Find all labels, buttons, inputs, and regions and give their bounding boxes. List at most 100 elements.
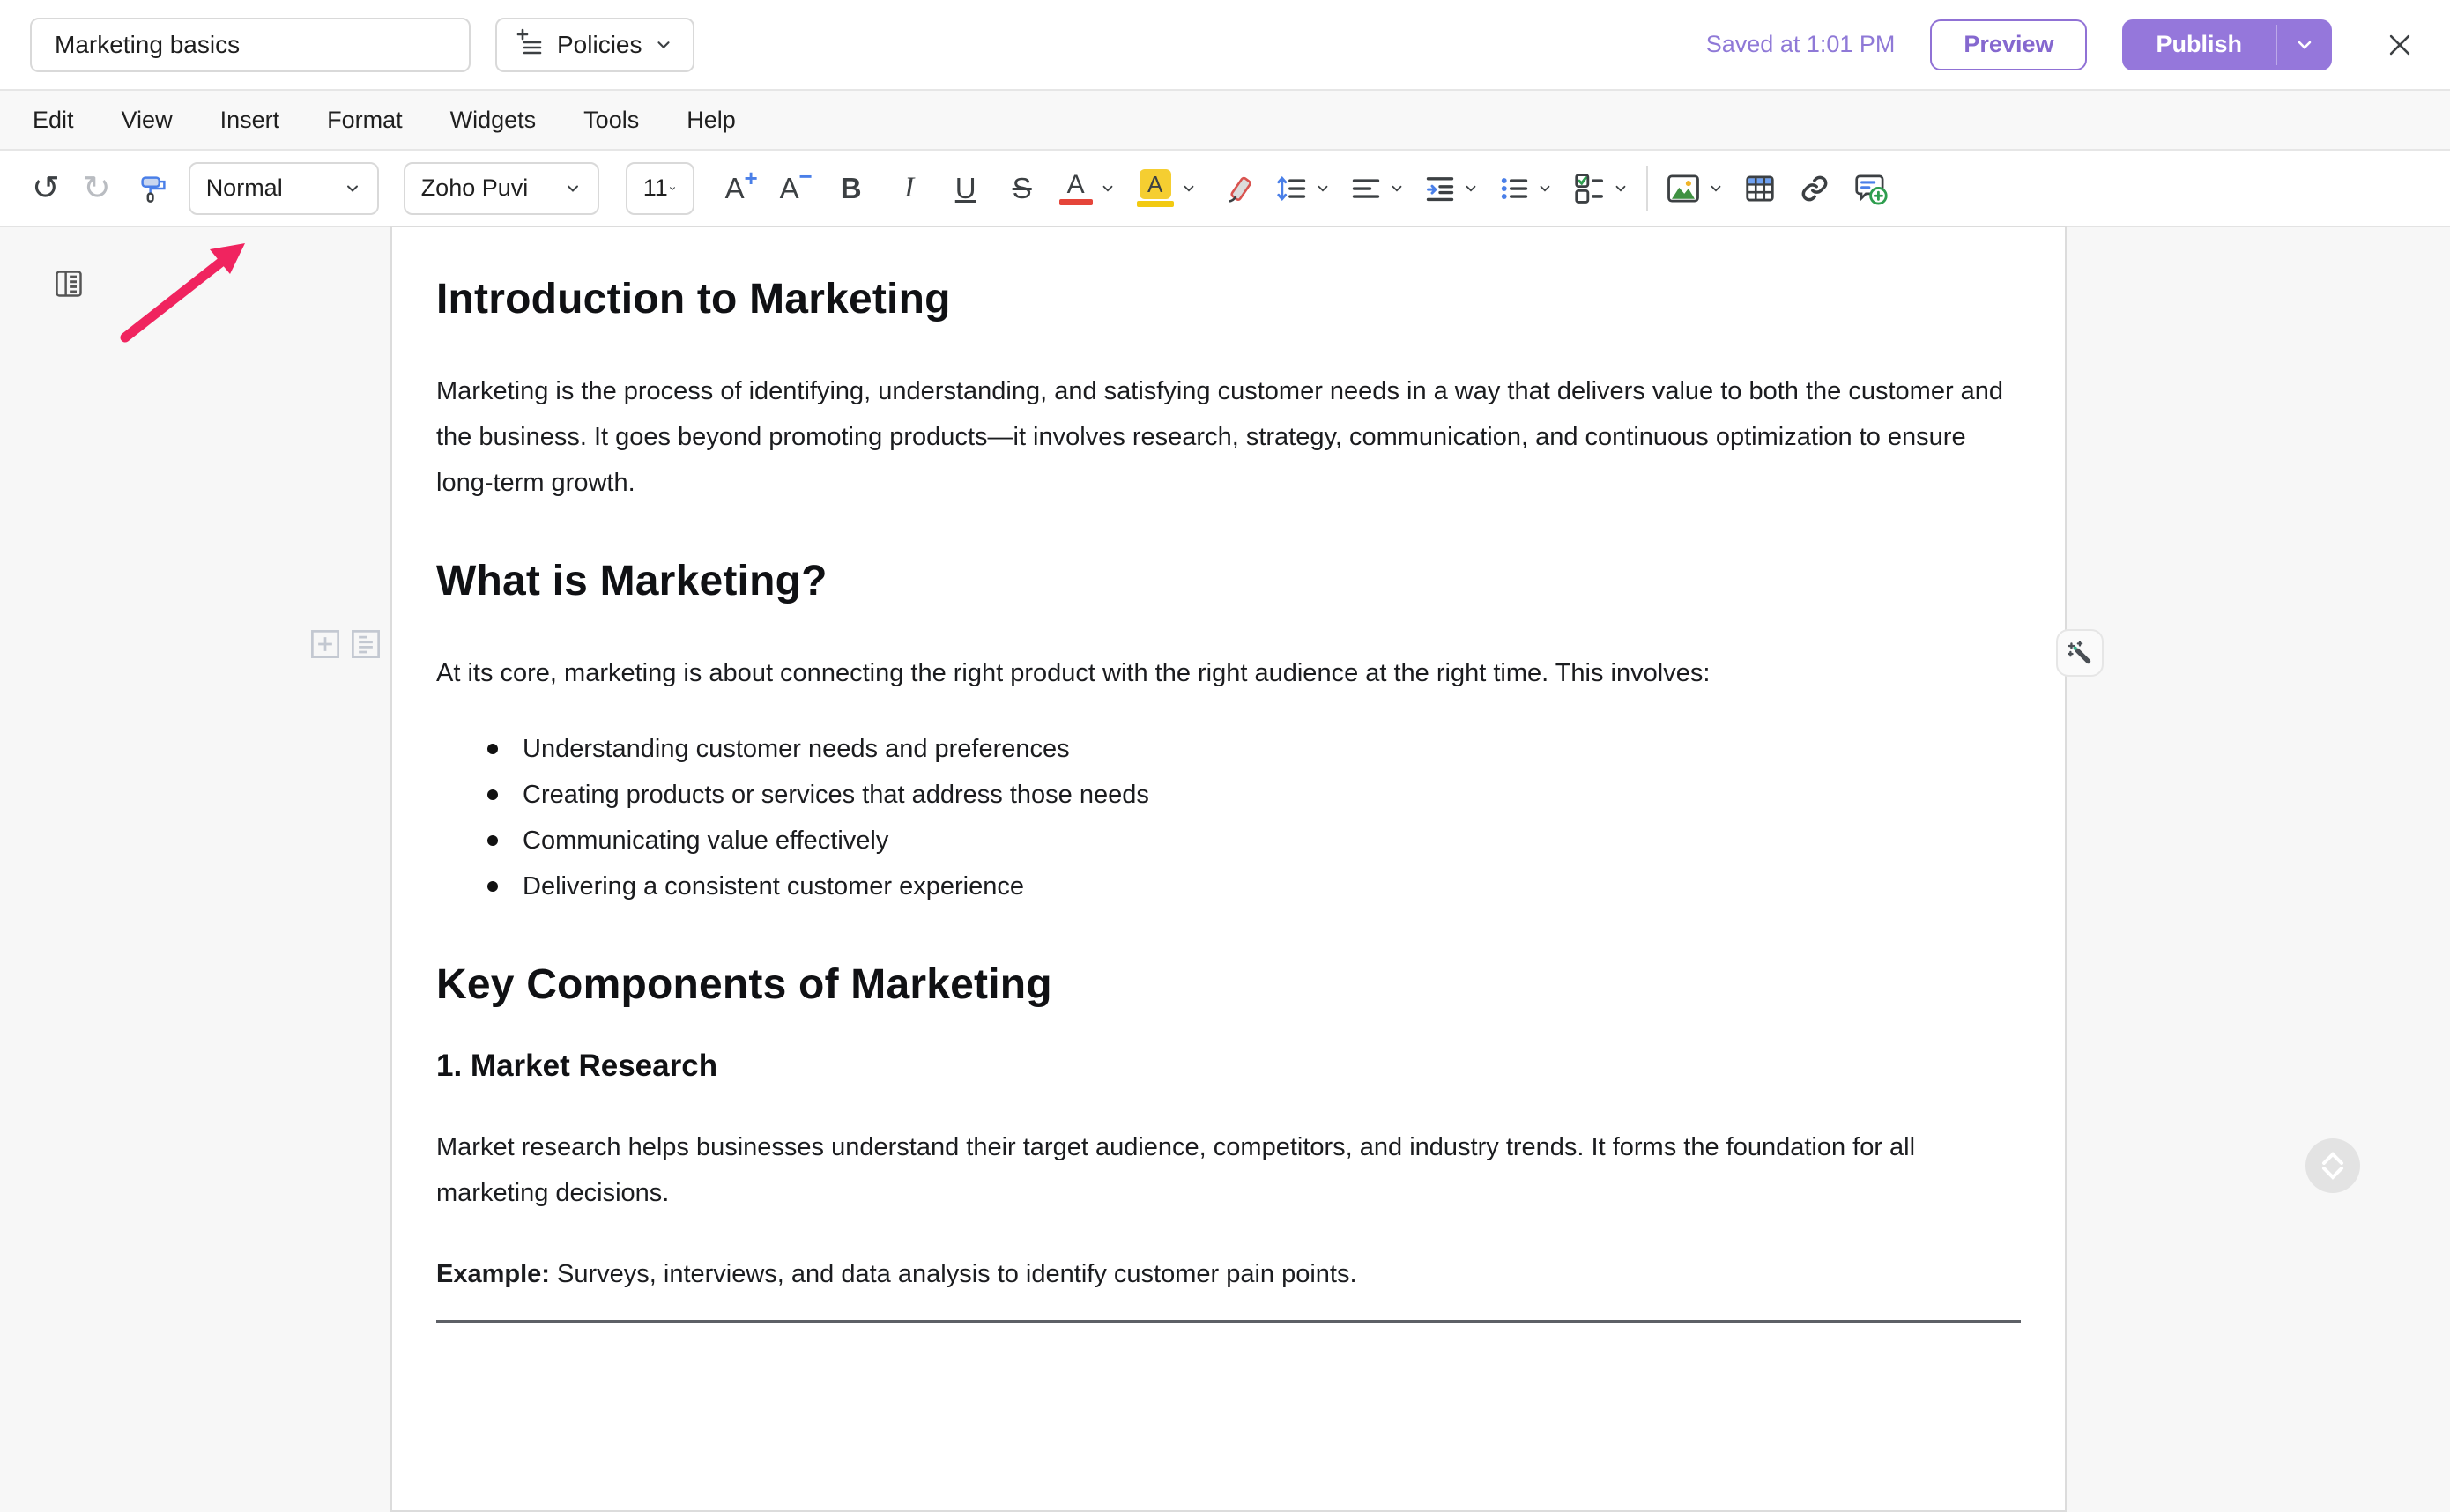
preview-button[interactable]: Preview [1930,19,2087,70]
toolbar-divider [1646,166,1648,211]
add-block-plus-icon[interactable] [309,628,341,660]
undo-button[interactable]: ↺ [32,172,60,205]
font-size-select[interactable]: 11 [626,162,694,215]
insert-image-control[interactable] [1666,172,1724,205]
document-page[interactable]: Introduction to Marketing Marketing is t… [390,226,2067,1512]
clear-formatting-button[interactable] [1220,172,1253,205]
paragraph-style-value: Normal [206,174,283,202]
add-block-buttons [309,628,382,660]
document-title-input[interactable] [30,18,471,72]
list-item: Understanding customer needs and prefere… [487,726,2021,772]
magic-wand-icon [2065,638,2095,668]
chevron-down-icon [1100,181,1116,196]
publish-button[interactable]: Publish [2122,19,2276,70]
publish-dropdown-button[interactable] [2277,19,2332,70]
top-bar-actions: Saved at 1:01 PM Preview Publish [1706,19,2420,70]
close-button[interactable] [2379,25,2420,65]
chevron-down-icon [668,181,677,196]
doc-subheading-market-research: 1. Market Research [436,1047,2021,1086]
indent-control[interactable] [1424,173,1479,204]
chevron-down-icon [1613,181,1629,196]
doc-bullet-list: Understanding customer needs and prefere… [436,726,2021,909]
highlight-color-icon: A [1137,169,1174,207]
chevron-down-icon [1389,181,1405,196]
chevron-up-icon [2321,1152,2344,1165]
font-size-value: 11 [643,174,668,202]
chevron-down-icon [1463,181,1479,196]
list-item: Creating products or services that addre… [487,772,2021,818]
format-painter-button[interactable] [137,173,169,204]
font-color-control[interactable]: A [1059,171,1116,205]
paragraph-options-icon[interactable] [350,628,382,660]
menu-edit[interactable]: Edit [33,107,74,134]
policies-dropdown-button[interactable]: Policies [495,18,694,72]
bold-button[interactable]: B [835,172,867,205]
align-left-icon [1350,173,1382,204]
chevron-down-icon [2294,34,2315,56]
list-item: Delivering a consistent customer experie… [487,863,2021,909]
strikethrough-button[interactable]: S [1006,172,1038,205]
chevron-down-icon [654,35,673,55]
chevron-down-icon [344,180,361,197]
add-comment-button[interactable] [1852,171,1888,206]
link-icon [1798,172,1831,205]
example-text: Surveys, interviews, and data analysis t… [550,1260,1357,1288]
paragraph-style-select[interactable]: Normal [189,162,379,215]
doc-paragraph: Market research helps businesses underst… [436,1124,2021,1216]
bullet-list-control[interactable] [1498,173,1553,204]
font-color-icon: A [1059,171,1093,205]
insert-table-button[interactable] [1743,172,1777,205]
document-outline-button[interactable] [53,268,85,304]
bullet-list-icon [1498,173,1530,204]
publish-split-button[interactable]: Publish [2122,19,2332,70]
font-family-select[interactable]: Zoho Puvi [404,162,599,215]
top-bar: Policies Saved at 1:01 PM Preview Publis… [0,0,2450,89]
menu-help[interactable]: Help [687,107,736,134]
chevron-down-icon [1315,181,1331,196]
increase-font-size-button[interactable]: A + [719,172,751,205]
checklist-icon [1572,172,1606,205]
menu-bar: Edit View Insert Format Widgets Tools He… [0,89,2450,151]
font-family-value: Zoho Puvi [421,174,529,202]
doc-horizontal-rule [436,1320,2021,1323]
doc-paragraph: At its core, marketing is about connecti… [436,650,2021,696]
line-spacing-icon [1276,173,1308,204]
insert-link-button[interactable] [1798,172,1831,205]
policies-label: Policies [557,31,642,59]
chevron-down-icon [564,180,582,197]
chevron-down-icon [1537,181,1553,196]
outline-panel-icon [53,268,85,300]
redo-button[interactable]: ↻ [83,172,111,205]
decrease-font-size-button[interactable]: A − [774,172,806,205]
ai-assistant-button[interactable] [2056,629,2104,677]
minus-icon: − [799,163,813,190]
chevron-down-icon [2321,1167,2344,1180]
zoho-writer-editor: { "header": { "doc_title_value": "Market… [0,0,2450,1327]
chevron-down-icon [1708,181,1724,196]
doc-heading-what-is-marketing: What is Marketing? [436,555,2021,608]
highlight-color-control[interactable]: A [1137,169,1197,207]
example-label: Example: [436,1260,550,1288]
menu-widgets[interactable]: Widgets [450,107,537,134]
doc-paragraph: Marketing is the process of identifying,… [436,368,2021,506]
align-control[interactable] [1350,173,1405,204]
italic-button[interactable]: I [894,172,925,204]
redo-icon: ↻ [83,172,111,205]
menu-format[interactable]: Format [327,107,403,134]
doc-example-line: Example: Surveys, interviews, and data a… [436,1251,2021,1297]
menu-tools[interactable]: Tools [583,107,639,134]
image-icon [1666,172,1701,205]
line-spacing-control[interactable] [1276,173,1331,204]
underline-button[interactable]: U [950,172,982,205]
table-icon [1743,172,1777,205]
checklist-control[interactable] [1572,172,1629,205]
saved-status: Saved at 1:01 PM [1706,31,1896,58]
undo-icon: ↺ [32,172,60,205]
playlist-add-icon [516,27,545,62]
formatting-toolbar: ↺ ↻ Normal Zoho Puvi 11 A + A − B I U S … [0,151,2450,227]
menu-view[interactable]: View [122,107,173,134]
editor-content-area: Introduction to Marketing Marketing is t… [0,227,2450,1327]
scroll-navigator-button[interactable] [2305,1138,2360,1193]
menu-insert[interactable]: Insert [220,107,280,134]
indent-icon [1424,173,1456,204]
